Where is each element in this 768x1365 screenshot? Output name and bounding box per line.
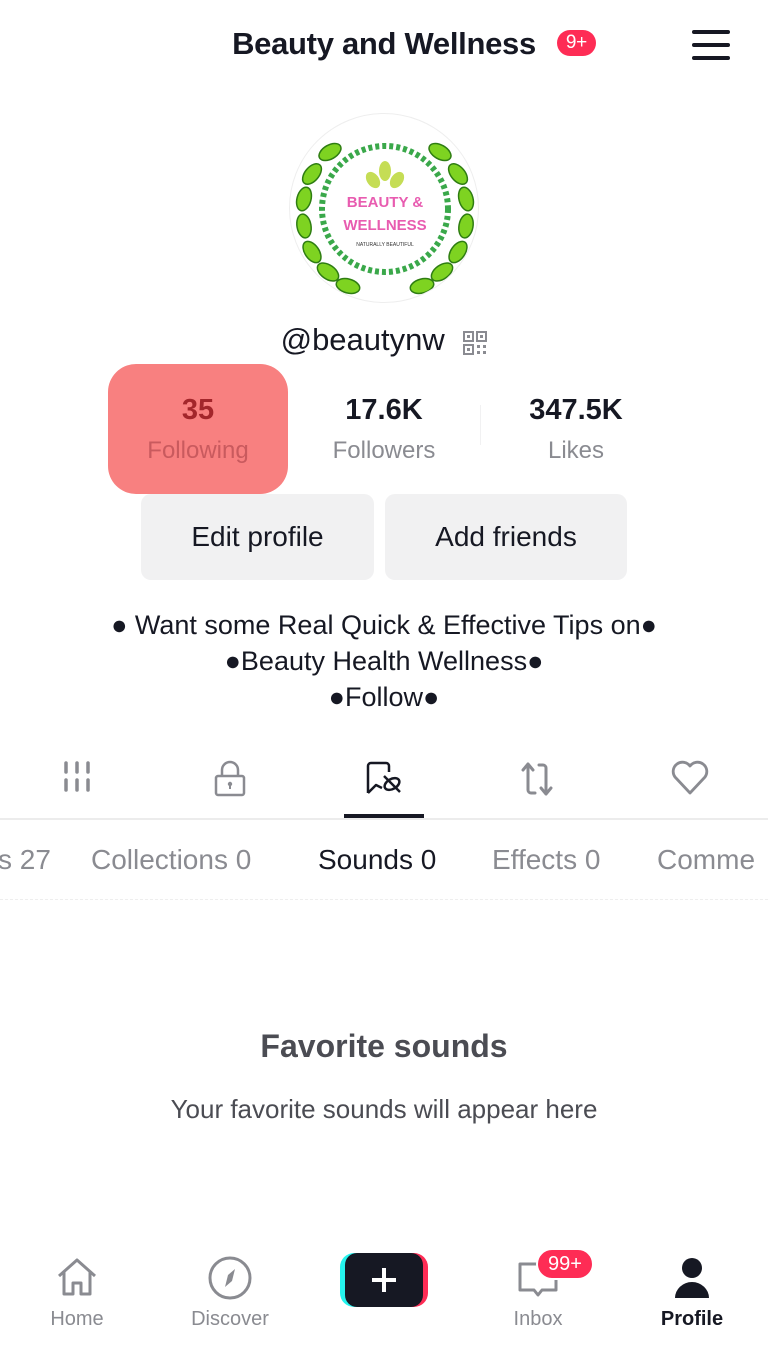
nav-profile-label: Profile	[660, 1308, 724, 1330]
stat-following[interactable]: 35 Following	[108, 364, 288, 494]
bio: ● Want some Real Quick & Effective Tips …	[0, 607, 768, 715]
compass-icon	[208, 1256, 252, 1300]
nav-home[interactable]: Home	[17, 1240, 137, 1331]
private-lock-icon	[214, 760, 246, 797]
tab-liked[interactable]	[650, 750, 730, 818]
edit-profile-button[interactable]: Edit profile	[141, 494, 374, 580]
nav-inbox-label: Inbox	[513, 1308, 563, 1330]
home-icon	[58, 1258, 96, 1296]
content-icon-tabs	[0, 750, 768, 820]
nav-discover-label: Discover	[191, 1308, 269, 1330]
avatar[interactable]: BEAUTY & WELLNESS NATURALLY BEAUTIFUL	[289, 113, 479, 303]
notification-badge: 9+	[556, 30, 596, 56]
account-switcher[interactable]: Beauty and Wellness 9+	[232, 26, 596, 62]
plus-icon	[372, 1268, 396, 1292]
tab-videos[interactable]	[37, 750, 117, 818]
username: @beautynw	[280, 322, 445, 357]
followers-count: 17.6K	[345, 394, 423, 426]
sub-tab-collections[interactable]: Collections 0	[91, 844, 251, 876]
svg-text:WELLNESS: WELLNESS	[343, 217, 426, 234]
empty-state-title: Favorite sounds	[260, 1028, 508, 1064]
avatar-logo: BEAUTY & WELLNESS NATURALLY BEAUTIFUL	[295, 142, 475, 295]
stat-divider	[480, 405, 481, 445]
likes-label: Likes	[547, 437, 605, 464]
qr-code-icon[interactable]	[463, 327, 488, 355]
tab-reposts[interactable]	[497, 750, 577, 818]
stat-likes[interactable]: 347.5K Likes	[486, 364, 666, 494]
reposts-icon	[521, 762, 553, 796]
sub-tab-comments[interactable]: Comme	[657, 844, 755, 876]
favorites-sub-tabs: s 27 Collections 0 Sounds 0 Effects 0 Co…	[0, 822, 768, 900]
liked-heart-icon	[671, 760, 709, 795]
nav-inbox[interactable]: 99+ Inbox	[478, 1240, 598, 1331]
nav-home-label: Home	[50, 1308, 104, 1330]
tab-private[interactable]	[190, 750, 270, 818]
likes-count: 347.5K	[529, 394, 623, 426]
videos-grid-icon	[64, 761, 90, 792]
profile-icon	[675, 1258, 709, 1298]
svg-text:BEAUTY &: BEAUTY &	[347, 194, 424, 211]
page-title: Beauty and Wellness	[232, 26, 536, 61]
bio-line: ●Beauty Health Wellness●	[224, 646, 544, 676]
bio-line: ●Follow●	[328, 682, 440, 712]
create-button[interactable]	[340, 1253, 428, 1307]
following-label: Following	[147, 437, 249, 464]
tab-favorites[interactable]	[344, 750, 424, 818]
hamburger-menu-icon[interactable]	[692, 30, 730, 60]
following-count: 35	[181, 394, 215, 426]
stat-followers[interactable]: 17.6K Followers	[294, 364, 474, 494]
nav-profile[interactable]: Profile	[632, 1240, 752, 1331]
sub-tab-sounds[interactable]: Sounds 0	[318, 844, 436, 876]
sub-tab-videos[interactable]: s 27	[0, 844, 51, 876]
sub-tab-effects[interactable]: Effects 0	[492, 844, 600, 876]
add-friends-button[interactable]: Add friends	[385, 494, 627, 580]
bio-line: ● Want some Real Quick & Effective Tips …	[111, 610, 657, 640]
favorites-bookmark-icon	[366, 761, 401, 794]
inbox-badge: 99+	[536, 1248, 594, 1280]
bottom-nav: Home Discover 99+ Inbox Profile	[0, 1240, 768, 1365]
header: Beauty and Wellness 9+	[0, 0, 768, 92]
empty-state-subtitle: Your favorite sounds will appear here	[170, 1094, 598, 1124]
nav-discover[interactable]: Discover	[170, 1240, 290, 1331]
followers-label: Followers	[332, 437, 436, 464]
profile-stats: 35 Following 17.6K Followers 347.5K Like…	[0, 364, 768, 494]
svg-text:NATURALLY BEAUTIFUL: NATURALLY BEAUTIFUL	[356, 242, 414, 248]
